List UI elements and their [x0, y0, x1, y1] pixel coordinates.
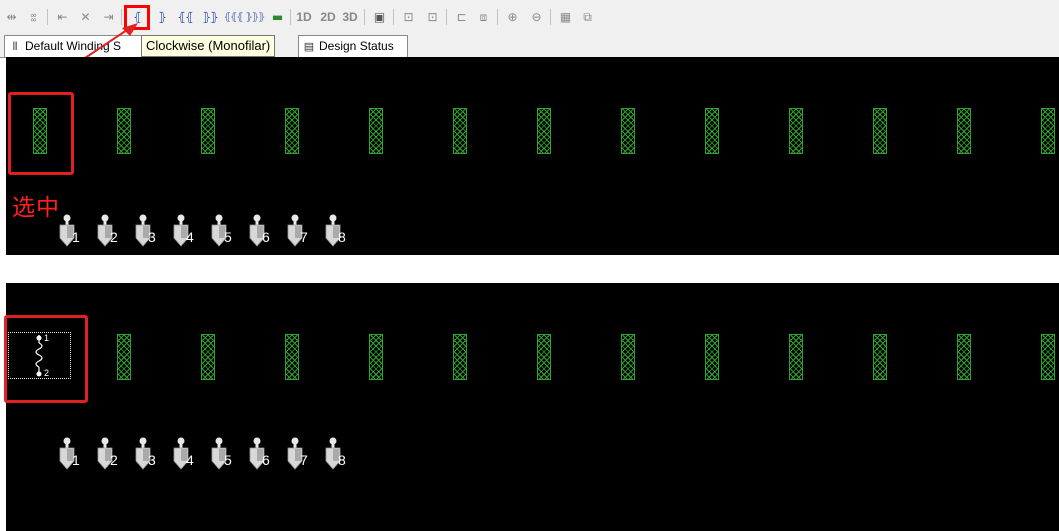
pin-number: 8	[338, 452, 346, 468]
view-3d-button[interactable]: 3D	[341, 8, 359, 26]
coil-section[interactable]	[873, 108, 887, 154]
winding-start-label: 1	[44, 333, 50, 343]
counterclockwise-bifilar-icon[interactable]: ⦄⦄	[199, 8, 221, 26]
coil-section[interactable]	[369, 108, 383, 154]
clockwise-bifilar-icon[interactable]: ⦃⦃	[174, 8, 196, 26]
foil-icon[interactable]: ▬	[268, 8, 286, 26]
pin-number: 7	[300, 229, 308, 245]
layer-icon-1[interactable]: ⊏	[451, 8, 471, 26]
table-icon[interactable]: ▦	[555, 8, 575, 26]
coil-section[interactable]	[957, 108, 971, 154]
coil-section[interactable]	[201, 334, 215, 380]
pin-8[interactable]: 8	[323, 214, 349, 248]
zoom-in-icon[interactable]: ⊕	[502, 8, 522, 26]
winding-element[interactable]: 1 2	[8, 332, 71, 379]
pin-number: 6	[262, 229, 270, 245]
clockwise-multifilar-icon[interactable]: ⦃⦃⦃	[222, 8, 244, 26]
tooltip: Clockwise (Monofilar)	[141, 35, 276, 57]
toolbar: ⇹ ⦂⦂ ⇤ ✕ ⇥ ⦃ ⦄ ⦃⦃ ⦄⦄ ⦃⦃⦃ ⦄⦄⦄ ▬ 1D 2D 3D …	[0, 0, 1059, 34]
view-2d-button[interactable]: 2D	[319, 8, 337, 26]
pin-number: 5	[224, 229, 232, 245]
tab-design-status[interactable]: ▤ Design Status	[298, 35, 408, 57]
pin-7[interactable]: 7	[285, 437, 311, 471]
pin-number: 1	[72, 452, 80, 468]
pin-7[interactable]: 7	[285, 214, 311, 248]
coil-section[interactable]	[369, 334, 383, 380]
winding-view-before: 1 2 3 4 5 6 7 8	[6, 57, 1059, 255]
pin-3[interactable]: 3	[133, 437, 159, 471]
coil-section[interactable]	[537, 334, 551, 380]
pin-number: 8	[338, 229, 346, 245]
pin-number: 3	[148, 452, 156, 468]
view-1d-button[interactable]: 1D	[295, 8, 313, 26]
pin-number: 3	[148, 229, 156, 245]
pin-8[interactable]: 8	[323, 437, 349, 471]
counterclockwise-monofilar-icon[interactable]: ⦄	[153, 8, 171, 26]
coil-section[interactable]	[789, 108, 803, 154]
selected-label: 选中	[12, 195, 60, 221]
selection-box-before	[8, 92, 74, 175]
coil-section[interactable]	[1041, 334, 1055, 380]
pin-number: 2	[110, 229, 118, 245]
align-icon-2[interactable]: ⦂⦂	[24, 8, 42, 26]
pin-number: 1	[72, 229, 80, 245]
window-icon[interactable]: ⧉	[577, 8, 597, 26]
winding-icon: ⦀	[12, 41, 18, 53]
coil-section[interactable]	[537, 108, 551, 154]
pin-3[interactable]: 3	[133, 214, 159, 248]
pin-number: 5	[224, 452, 232, 468]
pin-5[interactable]: 5	[209, 214, 235, 248]
coil-section[interactable]	[621, 334, 635, 380]
pin-number: 4	[186, 229, 194, 245]
coil-section[interactable]	[957, 334, 971, 380]
pin-4[interactable]: 4	[171, 214, 197, 248]
winding-end-label: 2	[44, 368, 50, 378]
pin-6[interactable]: 6	[247, 437, 273, 471]
export-icon-1[interactable]: ⊡	[398, 8, 418, 26]
pin-number: 2	[110, 452, 118, 468]
coil-section[interactable]	[453, 334, 467, 380]
coil-section[interactable]	[201, 108, 215, 154]
counterclockwise-multifilar-icon[interactable]: ⦄⦄⦄	[244, 8, 266, 26]
pin-1[interactable]: 1	[57, 214, 83, 248]
coil-section[interactable]	[873, 334, 887, 380]
winding-coil-icon	[35, 335, 43, 377]
coil-section[interactable]	[1041, 108, 1055, 154]
layer-icon-2[interactable]: ⧈	[473, 8, 493, 26]
pin-4[interactable]: 4	[171, 437, 197, 471]
coil-section[interactable]	[705, 108, 719, 154]
settings-icon[interactable]: ▣	[369, 8, 389, 26]
coil-section[interactable]	[285, 334, 299, 380]
pin-number: 7	[300, 452, 308, 468]
coil-section[interactable]	[453, 108, 467, 154]
pin-2[interactable]: 2	[95, 437, 121, 471]
pin-1[interactable]: 1	[57, 437, 83, 471]
pin-2[interactable]: 2	[95, 214, 121, 248]
coil-section[interactable]	[705, 334, 719, 380]
winding-view-after: 1 2 3 4 5 6 7 8	[6, 283, 1059, 531]
coil-section[interactable]	[621, 108, 635, 154]
pin-number: 6	[262, 452, 270, 468]
coil-section[interactable]	[285, 108, 299, 154]
pin-6[interactable]: 6	[247, 214, 273, 248]
zoom-out-icon[interactable]: ⊖	[526, 8, 546, 26]
coil-section[interactable]	[117, 334, 131, 380]
coil-section[interactable]	[117, 108, 131, 154]
coil-section[interactable]	[789, 334, 803, 380]
pin-number: 4	[186, 452, 194, 468]
tab-label-design-status: Design Status	[319, 39, 394, 53]
align-icon-1[interactable]: ⇹	[2, 8, 20, 26]
export-icon-2[interactable]: ⊡	[422, 8, 442, 26]
document-icon: ▤	[303, 41, 315, 53]
pin-5[interactable]: 5	[209, 437, 235, 471]
